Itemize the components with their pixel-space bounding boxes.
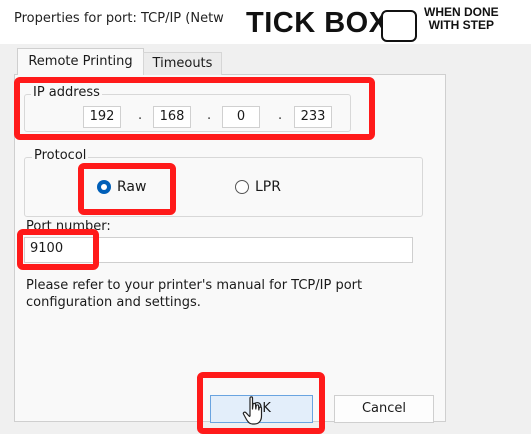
help-text: Please refer to your printer's manual fo…	[26, 278, 363, 310]
tick-note-line-2: WITH STEP	[428, 18, 494, 32]
lpr-radio-button[interactable]	[235, 180, 249, 194]
tab-timeouts[interactable]: Timeouts	[143, 52, 222, 75]
tab-remote-printing[interactable]: Remote Printing	[17, 48, 144, 75]
hand-pointer-icon	[242, 396, 263, 425]
highlight-port-number	[17, 229, 99, 270]
tick-box-note: WHEN DONE WITH STEP	[424, 6, 499, 32]
protocol-label: Protocol	[32, 148, 89, 163]
highlight-raw-option	[78, 163, 176, 215]
lpr-radio-label[interactable]: LPR	[255, 179, 281, 195]
tick-box-label: TICK BOX	[246, 7, 389, 39]
tick-checkbox[interactable]	[381, 10, 417, 42]
cancel-button[interactable]: Cancel	[334, 395, 434, 423]
window-title: Properties for port: TCP/IP (Netw	[14, 11, 224, 26]
highlight-ip-address	[14, 77, 375, 140]
